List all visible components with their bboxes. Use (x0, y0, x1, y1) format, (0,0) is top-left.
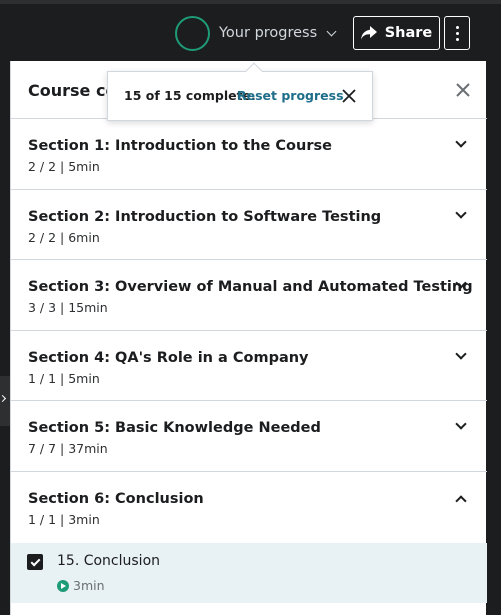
checkmark (30, 556, 40, 566)
more-dot (455, 31, 459, 35)
section-title: Section 4: QA's Role in a Company (28, 350, 309, 366)
lecture-item[interactable]: 15. Conclusion 3min (11, 543, 487, 603)
chevron-down-icon (326, 26, 337, 36)
section-meta: 2 / 2 | 5min (28, 159, 100, 174)
chevron-down-icon (455, 418, 467, 430)
section-meta: 3 / 3 | 15min (28, 300, 108, 315)
section-title: Section 1: Introduction to the Course (28, 138, 332, 154)
chevron-down-icon (455, 207, 467, 219)
lecture-meta: 3min (57, 578, 105, 593)
progress-label: Your progress (219, 25, 318, 41)
share-button[interactable]: Share (353, 16, 440, 50)
section-title: Section 5: Basic Knowledge Needed (28, 420, 321, 436)
share-icon (360, 26, 377, 40)
close-icon[interactable] (341, 88, 357, 104)
section-meta: 7 / 7 | 37min (28, 441, 108, 456)
section-4[interactable]: Section 4: QA's Role in a Company 1 / 1 … (11, 331, 487, 401)
section-meta: 2 / 2 | 6min (28, 230, 100, 245)
section-5[interactable]: Section 5: Basic Knowledge Needed 7 / 7 … (11, 401, 487, 472)
chevron-down-icon (455, 348, 467, 360)
checkbox-checked-icon[interactable] (27, 554, 43, 570)
share-label: Share (384, 25, 433, 41)
more-vertical-icon (455, 25, 459, 29)
top-bar: Your progress Share (0, 0, 501, 61)
chevron-up-icon (455, 495, 467, 507)
section-title: Section 2: Introduction to Software Test… (28, 209, 382, 225)
section-title: Section 6: Conclusion (28, 491, 204, 507)
lecture-title: 15. Conclusion (57, 553, 161, 569)
progress-button[interactable]: Your progress (175, 15, 337, 51)
progress-popover: 15 of 15 complete. Reset progress (107, 62, 373, 121)
section-meta: 1 / 1 | 3min (28, 512, 100, 527)
section-2[interactable]: Section 2: Introduction to Software Test… (11, 190, 487, 260)
reset-progress-link[interactable]: Reset progress (237, 88, 344, 103)
play-triangle (61, 582, 66, 589)
progress-ring-icon (175, 15, 210, 51)
chevron-right-icon (0, 394, 7, 403)
panel-title: Course content (28, 81, 114, 100)
more-dot (455, 37, 459, 41)
chevron-down-icon (455, 136, 467, 148)
section-title: Section 3: Overview of Manual and Automa… (28, 279, 473, 295)
section-1[interactable]: Section 1: Introduction to the Course 2 … (11, 119, 487, 190)
play-circle-icon (57, 579, 69, 592)
sidebar-collapse-handle[interactable] (0, 376, 10, 426)
course-content-panel: Course content Section 1: Introduction t… (10, 61, 487, 615)
close-icon[interactable] (454, 81, 472, 99)
topbar-accent (0, 0, 501, 4)
more-options-button[interactable] (444, 16, 470, 50)
section-meta: 1 / 1 | 5min (28, 371, 100, 386)
section-3[interactable]: Section 3: Overview of Manual and Automa… (11, 260, 487, 331)
section-6[interactable]: Section 6: Conclusion 1 / 1 | 3min (11, 472, 487, 543)
lecture-duration: 3min (73, 578, 105, 593)
